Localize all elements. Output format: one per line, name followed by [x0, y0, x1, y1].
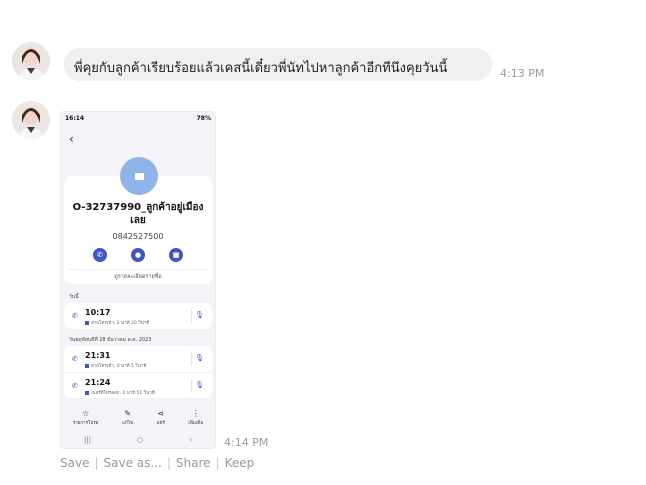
call-log-group: ✆ 10:17 สายโทรเข้า, 2 นาที 20 วินาที 🎙: [64, 303, 212, 329]
divider: [191, 379, 192, 393]
sender-avatar[interactable]: [12, 42, 50, 80]
sim-icon: [85, 320, 89, 325]
call-detail-text: เบอร์ที่โทรออก, 4 นาที 51 วินาที: [91, 391, 155, 396]
pencil-icon: ✎: [124, 409, 131, 418]
contact-actions: ✆ ● ■: [61, 248, 215, 262]
star-icon: ☆: [82, 409, 90, 418]
call-log-section-header: วันพฤหัสบดีที่ 28 ธันวาคม ค.ศ. 2023: [69, 337, 152, 343]
incoming-call-icon: ✆: [72, 312, 78, 320]
avatar-photo: [12, 42, 50, 80]
separator: |: [166, 456, 171, 470]
call-detail: สายโทรเข้า, 0 นาที 5 วินาที: [85, 362, 146, 369]
divider: [69, 269, 207, 270]
mic-icon: 🎙: [195, 354, 204, 362]
call-log-row: ✆ 21:31 สายโทรเข้า, 0 นาที 5 วินาที 🎙: [64, 346, 212, 372]
home-icon: ○: [137, 436, 144, 444]
contact-avatar-icon: [120, 157, 158, 195]
separator: |: [215, 456, 220, 470]
message-text: พี่คุยกับลูกค้าเรียบร้อยแล้วเคสนี้เดี๋ยว…: [74, 61, 448, 76]
divider: [191, 352, 192, 366]
outgoing-call-icon: ✆: [72, 382, 78, 390]
phone-status-time: 16:14: [65, 114, 85, 122]
more-icon: ⋮: [191, 409, 200, 418]
sim-icon: [85, 390, 89, 395]
contact-toolbar: ☆ รายการโปรด ✎ แก้ไข ⋖ แชร์ ⋮ เพิ่มเติม: [61, 409, 215, 431]
phone-nav-bar: ||| ○ ‹: [61, 434, 215, 446]
back-icon: ‹: [189, 436, 192, 444]
attachment-actions: Save | Save as... | Share | Keep: [60, 456, 254, 470]
contact-number: 0842527500: [112, 232, 164, 241]
share-icon: ⋖: [157, 409, 165, 418]
message-timestamp: 4:14 PM: [224, 436, 269, 449]
image-attachment[interactable]: 16:14 78% ‹ O-32737990_ลูกค้าอยู่เมืองเล…: [60, 111, 216, 449]
contact-detail-link: ดูรายละเอียดรายชื่อ: [114, 274, 162, 280]
back-arrow-icon: ‹: [69, 132, 74, 146]
video-icon: ■: [169, 248, 183, 262]
keep-button[interactable]: Keep: [225, 456, 255, 470]
toolbar-item-share: ⋖ แชร์: [157, 409, 165, 431]
message-bubble[interactable]: พี่คุยกับลูกค้าเรียบร้อยแล้วเคสนี้เดี๋ยว…: [64, 48, 492, 81]
call-detail: สายโทรเข้า, 2 นาที 20 วินาที: [85, 319, 149, 326]
mic-icon: 🎙: [195, 381, 204, 389]
call-time: 21:24: [85, 378, 111, 387]
call-time: 10:17: [85, 308, 111, 317]
sender-avatar[interactable]: [12, 101, 50, 139]
divider: [191, 309, 192, 323]
call-time: 21:31: [85, 351, 111, 360]
call-log-row: ✆ 21:24 เบอร์ที่โทรออก, 4 นาที 51 วินาที…: [64, 372, 212, 398]
recents-icon: |||: [84, 436, 92, 444]
phone-battery-level: 78%: [196, 114, 211, 122]
mic-icon: 🎙: [195, 311, 204, 319]
share-button[interactable]: Share: [176, 456, 211, 470]
toolbar-item-favorite: ☆ รายการโปรด: [73, 409, 99, 431]
contact-name: O-32737990_ลูกค้าอยู่เมืองเลย: [72, 202, 204, 226]
toolbar-label: รายการโปรด: [72, 421, 99, 426]
call-detail-text: สายโทรเข้า, 2 นาที 20 วินาที: [91, 321, 150, 326]
message-timestamp: 4:13 PM: [500, 67, 545, 80]
toolbar-label: แก้ไข: [122, 421, 134, 426]
toolbar-item-more: ⋮ เพิ่มเติม: [188, 409, 203, 431]
phone-status-bar: 16:14 78%: [61, 112, 215, 124]
save-as-button[interactable]: Save as...: [104, 456, 162, 470]
sim-icon: [85, 363, 89, 368]
toolbar-label: เพิ่มเติม: [188, 421, 204, 426]
phone-icon: ✆: [93, 248, 107, 262]
call-detail-text: สายโทรเข้า, 0 นาที 5 วินาที: [91, 364, 147, 369]
call-log-group: ✆ 21:31 สายโทรเข้า, 0 นาที 5 วินาที 🎙 ✆ …: [64, 346, 212, 398]
incoming-call-icon: ✆: [72, 355, 78, 363]
toolbar-item-edit: ✎ แก้ไข: [122, 409, 133, 431]
call-log-row: ✆ 10:17 สายโทรเข้า, 2 นาที 20 วินาที 🎙: [64, 303, 212, 329]
save-button[interactable]: Save: [60, 456, 89, 470]
separator: |: [94, 456, 99, 470]
message-icon: ●: [131, 248, 145, 262]
avatar-photo: [12, 101, 50, 139]
toolbar-label: แชร์: [156, 421, 165, 426]
call-detail: เบอร์ที่โทรออก, 4 นาที 51 วินาที: [85, 389, 155, 396]
call-log-section-header: วันนี้: [69, 294, 79, 300]
